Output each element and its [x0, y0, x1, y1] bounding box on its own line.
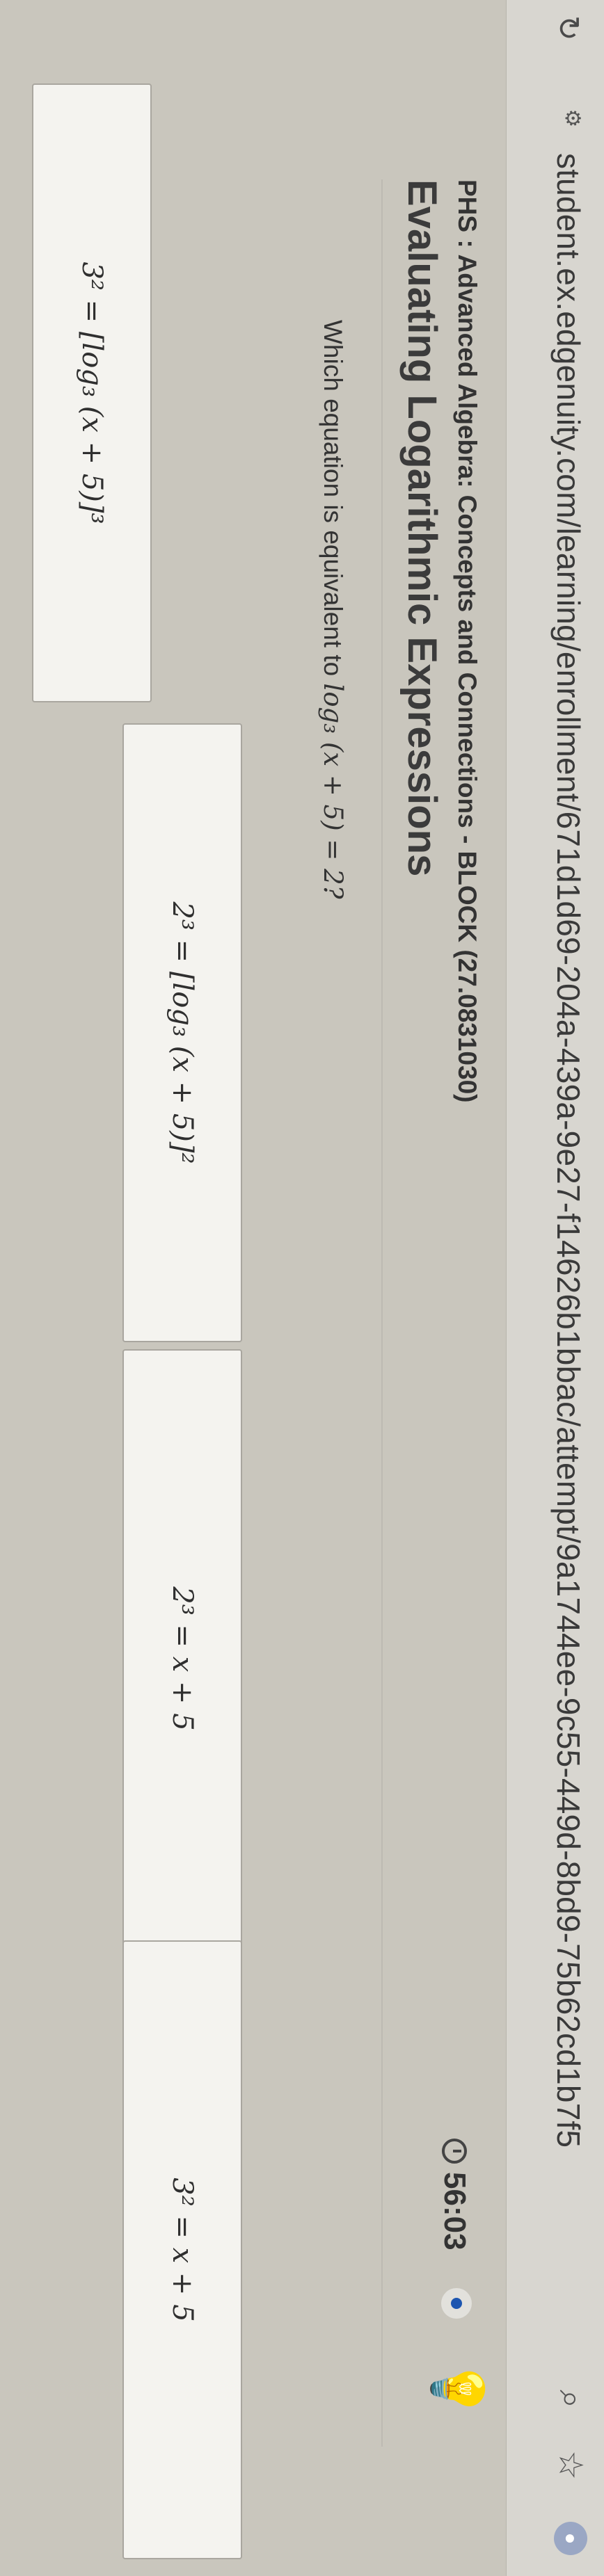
divider	[381, 179, 383, 2447]
star-icon[interactable]: ☆	[551, 2450, 590, 2480]
answer-choice-label: 2³ = [log₃ (x + 5)]²	[166, 901, 198, 1164]
answer-choice-2[interactable]: 2³ = [log₃ (x + 5)]²	[122, 723, 242, 1342]
question-text: Which equation is equivalent to	[319, 320, 347, 677]
reload-icon[interactable]: ↻	[550, 15, 586, 41]
site-info-icon[interactable]: ⚙	[557, 103, 585, 134]
answer-choice-3[interactable]: 2³ = x + 5	[122, 1349, 242, 1968]
browser-toolbar: ↻ ⚙ student.ex.edgenuity.com/learning/en…	[506, 0, 604, 2576]
search-icon[interactable]: ⌕	[551, 2390, 590, 2408]
answer-choice-label: 3² = [log₃ (x + 5)]³	[76, 261, 108, 524]
address-bar[interactable]: student.ex.edgenuity.com/learning/enroll…	[550, 153, 587, 2148]
page: ↻ ⚙ student.ex.edgenuity.com/learning/en…	[0, 0, 604, 2576]
lightbulb-icon[interactable]: 💡	[428, 2358, 487, 2420]
browser-actions: ⌕ ☆ ●	[551, 2390, 590, 2555]
answer-choice-label: 3² = x + 5	[166, 2177, 198, 2322]
answer-choice-4[interactable]: 3² = x + 5	[122, 1940, 242, 2559]
question-prompt: Which equation is equivalent to log₃ (x …	[318, 320, 348, 899]
timer-value: 56:03	[438, 2172, 472, 2251]
profile-icon[interactable]: ●	[554, 2522, 587, 2555]
answer-choice-label: 2³ = x + 5	[166, 1586, 198, 1731]
clock-icon	[442, 2139, 467, 2164]
course-title: PHS : Advanced Algebra: Concepts and Con…	[453, 179, 482, 1103]
timer: 56:03	[437, 2139, 472, 2251]
answer-choice-1[interactable]: 3² = [log₃ (x + 5)]³	[32, 83, 152, 702]
question-expression: log₃ (x + 5) = 2?	[318, 683, 348, 899]
page-title: Evaluating Logarithmic Expressions	[399, 179, 445, 877]
status-dot-icon[interactable]	[441, 2288, 472, 2319]
